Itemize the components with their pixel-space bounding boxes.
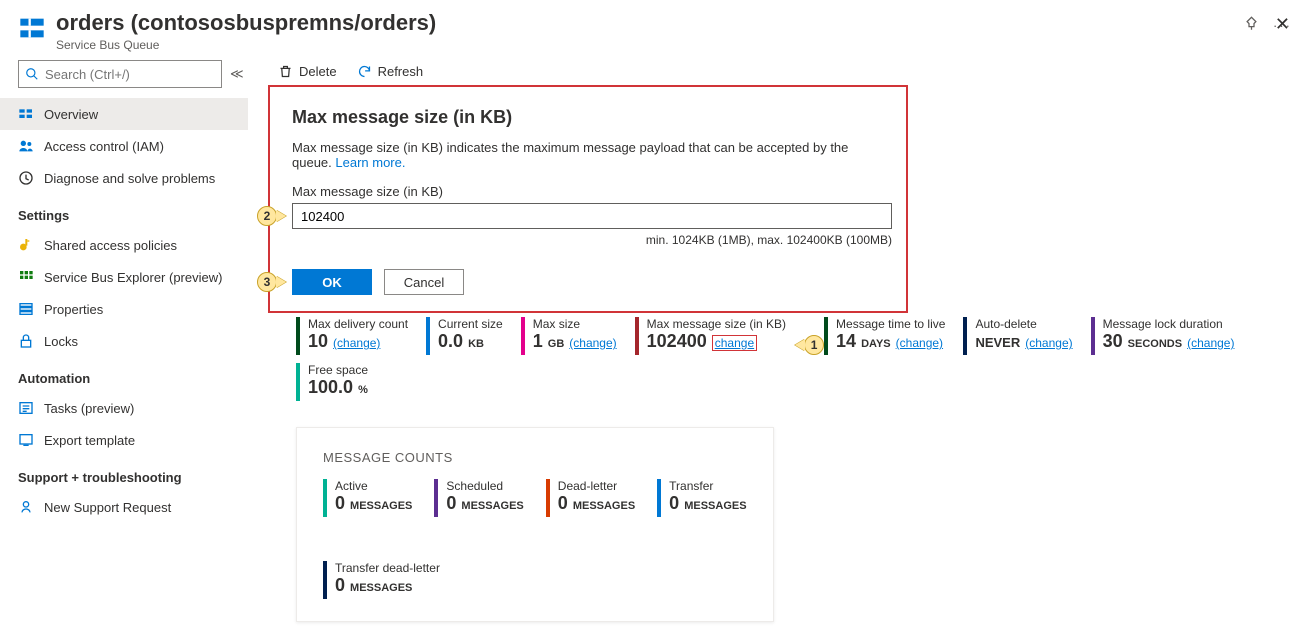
section-settings: Settings [0,194,248,229]
nav-support-request[interactable]: New Support Request [0,491,248,523]
nav-access-control[interactable]: Access control (IAM) [0,130,248,162]
change-link[interactable]: (change) [569,336,616,350]
metric-max-message-size: Max message size (in KB) 102400 change 1 [635,317,786,355]
dialog-description: Max message size (in KB) indicates the m… [292,140,884,170]
nav-label: New Support Request [44,500,171,515]
nav-locks[interactable]: Locks [0,325,248,357]
search-input-wrapper[interactable] [18,60,222,88]
count-transfer: Transfer 0 MESSAGES [657,479,746,517]
count-active: Active 0 MESSAGES [323,479,412,517]
cancel-button[interactable]: Cancel [384,269,464,295]
nav-overview[interactable]: Overview [0,98,248,130]
page-title: orders (contososbuspremns/orders) [56,10,1234,36]
nav-label: Overview [44,107,98,122]
callout-marker-3: 3 [257,272,286,292]
collapse-sidebar-icon[interactable]: ≪ [230,66,244,82]
count-scheduled: Scheduled 0 MESSAGES [434,479,523,517]
metric-auto-delete: Auto-delete NEVER (change) [963,317,1072,355]
metric-free-space: Free space 100.0 % [296,363,368,401]
lock-icon [18,333,34,349]
nav-tasks[interactable]: Tasks (preview) [0,392,248,424]
message-counts-card: MESSAGE COUNTS Active 0 MESSAGES Schedul… [296,427,774,622]
delete-button[interactable]: Delete [278,64,337,79]
grid-icon [18,269,34,285]
overview-icon [18,106,34,122]
sidebar: ≪ Overview Access control (IAM) Diagnose… [0,56,248,632]
card-title: MESSAGE COUNTS [323,450,747,465]
metric-ttl: Message time to live 14 DAYS (change) [824,317,945,355]
max-message-size-input[interactable] [292,203,892,229]
delete-label: Delete [299,64,337,79]
nav-label: Access control (IAM) [44,139,164,154]
metric-max-size: Max size 1 GB (change) [521,317,617,355]
nav-label: Tasks (preview) [44,401,134,416]
dialog-title: Max message size (in KB) [292,107,884,128]
export-icon [18,432,34,448]
nav-label: Locks [44,334,78,349]
ok-button[interactable]: OK [292,269,372,295]
main-content: Delete Refresh Max message size (in KB) … [248,56,1310,632]
metric-lock-duration: Message lock duration 30 SECONDS (change… [1091,317,1235,355]
change-link[interactable]: (change) [1025,336,1072,350]
resource-type: Service Bus Queue [56,38,1234,52]
learn-more-link[interactable]: Learn more. [335,155,405,170]
nav-label: Diagnose and solve problems [44,171,215,186]
search-icon [25,67,39,81]
section-automation: Automation [0,357,248,392]
field-hint: min. 1024KB (1MB), max. 102400KB (100MB) [292,233,892,247]
count-dead-letter: Dead-letter 0 MESSAGES [546,479,635,517]
nav-properties[interactable]: Properties [0,293,248,325]
nav-export-template[interactable]: Export template [0,424,248,456]
trash-icon [278,64,293,79]
metric-max-delivery: Max delivery count 10 (change) [296,317,408,355]
change-link[interactable]: (change) [1187,336,1234,350]
tasks-icon [18,400,34,416]
people-icon [18,138,34,154]
nav-shared-access[interactable]: Shared access policies [0,229,248,261]
support-icon [18,499,34,515]
essentials-row: Max delivery count 10 (change) Current s… [296,317,1290,409]
refresh-label: Refresh [378,64,424,79]
callout-marker-2: 2 [257,206,286,226]
field-label: Max message size (in KB) [292,184,884,199]
toolbar: Delete Refresh [268,56,1290,87]
refresh-button[interactable]: Refresh [357,64,424,79]
search-input[interactable] [45,67,221,82]
change-link-max-msg[interactable]: change [712,335,757,351]
nav-label: Properties [44,302,103,317]
page-header: orders (contososbuspremns/orders) Servic… [0,0,1310,56]
properties-icon [18,301,34,317]
section-support: Support + troubleshooting [0,456,248,491]
nav-explorer[interactable]: Service Bus Explorer (preview) [0,261,248,293]
nav-label: Service Bus Explorer (preview) [44,270,222,285]
pin-icon[interactable] [1244,16,1259,34]
count-transfer-dead-letter: Transfer dead-letter 0 MESSAGES [323,561,440,599]
service-bus-queue-icon [18,14,46,42]
diagnose-icon [18,170,34,186]
key-icon [18,237,34,253]
max-message-size-dialog: Max message size (in KB) Max message siz… [268,85,908,313]
close-button[interactable]: ✕ [1275,14,1290,35]
nav-label: Export template [44,433,135,448]
refresh-icon [357,64,372,79]
nav-diagnose[interactable]: Diagnose and solve problems [0,162,248,194]
nav-label: Shared access policies [44,238,177,253]
metric-current-size: Current size 0.0 KB [426,317,503,355]
change-link[interactable]: (change) [896,336,943,350]
callout-marker-1: 1 [795,335,824,355]
change-link[interactable]: (change) [333,336,380,350]
